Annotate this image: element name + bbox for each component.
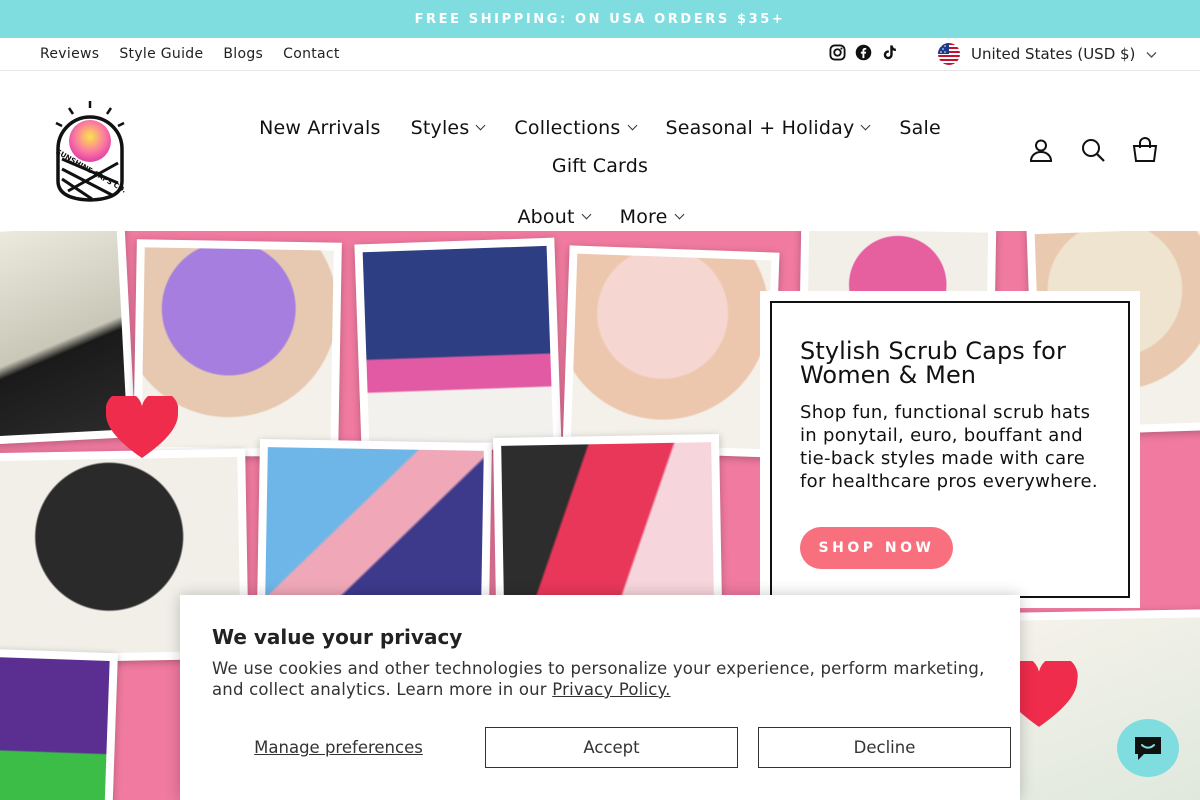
manage-preferences-button[interactable]: Manage preferences	[212, 727, 465, 768]
facebook-icon[interactable]	[855, 44, 872, 61]
nav-more-label: More	[619, 205, 668, 228]
heart-icon	[106, 396, 178, 458]
us-flag-icon	[938, 43, 960, 65]
hero-photo	[0, 648, 118, 800]
nav-about[interactable]: About	[502, 204, 604, 229]
decline-button[interactable]: Decline	[758, 727, 1011, 768]
nav-collections-label: Collections	[514, 116, 621, 139]
nav-sale[interactable]: Sale	[884, 115, 955, 140]
tiktok-icon[interactable]	[881, 44, 898, 61]
nav-more[interactable]: More	[605, 204, 698, 229]
chevron-down-icon	[581, 209, 592, 220]
instagram-icon[interactable]	[829, 44, 846, 61]
chevron-down-icon	[674, 209, 684, 220]
privacy-policy-link[interactable]: Privacy Policy.	[552, 680, 670, 699]
utility-link-contact[interactable]: Contact	[283, 46, 340, 62]
currency-label: United States (USD $)	[971, 45, 1136, 63]
hero-title: Stylish Scrub Caps for Women & Men	[800, 337, 1066, 389]
utility-links: Reviews Style Guide Blogs Contact	[40, 46, 340, 62]
nav-sale-label: Sale	[899, 116, 941, 139]
consent-title: We value your privacy	[212, 625, 463, 649]
announcement-text: FREE SHIPPING: ON USA ORDERS $35+	[414, 11, 786, 27]
announcement-bar: FREE SHIPPING: ON USA ORDERS $35+	[0, 0, 1200, 38]
site-header: SUNSHINE CAPS CO. New Arrivals Styles Co…	[0, 71, 1200, 231]
hero-description: Shop fun, functional scrub hats in ponyt…	[800, 402, 1098, 492]
nav-styles-label: Styles	[410, 116, 470, 139]
social-links	[829, 44, 898, 61]
site-logo[interactable]: SUNSHINE CAPS CO.	[52, 99, 128, 203]
account-icon[interactable]	[1028, 137, 1054, 163]
nav-seasonal-holiday[interactable]: Seasonal + Holiday	[651, 115, 885, 140]
hero-photo	[354, 237, 562, 455]
currency-selector[interactable]: United States (USD $)	[938, 43, 1157, 65]
chevron-down-icon	[860, 120, 871, 131]
chat-icon	[1135, 737, 1161, 760]
consent-body: We use cookies and other technologies to…	[212, 658, 988, 700]
cookie-consent-banner: We value your privacy We use cookies and…	[180, 595, 1020, 800]
main-nav: New Arrivals Styles Collections Seasonal…	[200, 115, 1000, 229]
hero-photo	[562, 245, 780, 458]
chevron-down-icon	[627, 120, 637, 131]
shop-now-button[interactable]: SHOP NOW	[800, 527, 953, 569]
nav-seasonal-holiday-label: Seasonal + Holiday	[665, 116, 855, 139]
nav-gift-cards-label: Gift Cards	[551, 154, 649, 177]
consent-actions: Manage preferences Accept Decline	[212, 727, 1011, 768]
chevron-down-icon	[1146, 45, 1157, 63]
hero-promo-card: Stylish Scrub Caps for Women & Men Shop …	[760, 291, 1140, 608]
nav-new-arrivals[interactable]: New Arrivals	[244, 115, 396, 140]
nav-about-label: About	[517, 205, 575, 228]
hero-promo-inner: Stylish Scrub Caps for Women & Men Shop …	[770, 301, 1130, 598]
utility-link-style-guide[interactable]: Style Guide	[119, 46, 203, 62]
chat-widget-button[interactable]	[1117, 719, 1179, 777]
utility-link-blogs[interactable]: Blogs	[223, 46, 263, 62]
chevron-down-icon	[475, 120, 486, 131]
accept-button[interactable]: Accept	[485, 727, 738, 768]
utility-link-reviews[interactable]: Reviews	[40, 46, 99, 62]
utility-bar: Reviews Style Guide Blogs Contact United…	[0, 38, 1200, 71]
nav-styles[interactable]: Styles	[396, 115, 500, 140]
nav-collections[interactable]: Collections	[499, 115, 650, 140]
nav-gift-cards[interactable]: Gift Cards	[537, 153, 663, 178]
nav-new-arrivals-label: New Arrivals	[259, 116, 381, 139]
search-icon[interactable]	[1080, 137, 1106, 163]
cart-icon[interactable]	[1132, 137, 1158, 163]
header-icons	[1028, 137, 1158, 163]
